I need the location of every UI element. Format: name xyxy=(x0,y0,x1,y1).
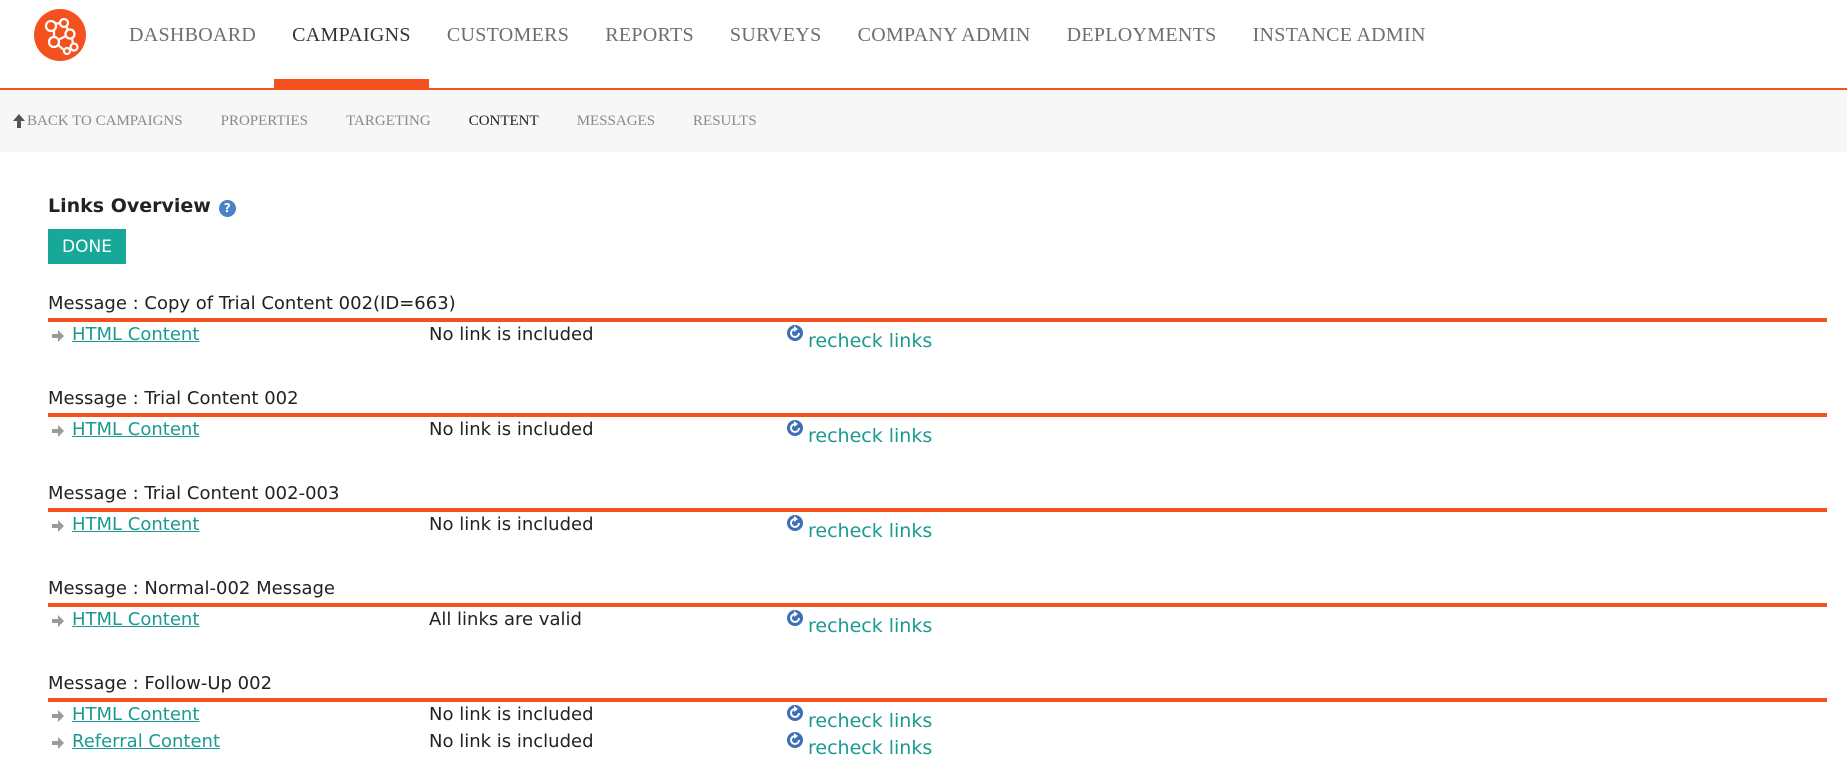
nav-item-campaigns[interactable]: CAMPAIGNS xyxy=(274,0,429,88)
back-to-campaigns-label: BACK TO CAMPAIGNS xyxy=(27,112,183,129)
link-status: No link is included xyxy=(429,419,594,440)
recheck-links-label: recheck links xyxy=(808,737,933,759)
refresh-icon xyxy=(787,325,803,341)
nav-item-dashboard[interactable]: DASHBOARD xyxy=(111,0,274,88)
arrow-up-icon xyxy=(13,114,25,128)
content-link[interactable]: HTML Content xyxy=(72,704,199,725)
message-title: Message : Follow-Up 002 xyxy=(48,672,1827,702)
main-nav: DASHBOARD CAMPAIGNS CUSTOMERS REPORTS SURVEY… xyxy=(111,0,1444,88)
done-button[interactable]: DONE xyxy=(48,229,126,264)
title-row: Links Overview ? xyxy=(48,194,1827,218)
nav-item-surveys[interactable]: SURVEYS xyxy=(712,0,840,88)
tab-messages[interactable]: MESSAGES xyxy=(577,113,655,130)
recheck-links-button[interactable]: recheck links xyxy=(786,731,932,759)
message-block: Message : Follow-Up 002 HTML Content No li… xyxy=(48,672,1827,759)
tab-results[interactable]: RESULTS xyxy=(693,113,757,130)
link-status: All links are valid xyxy=(429,609,582,630)
link-row: HTML Content All links are valid recheck l… xyxy=(48,607,1827,637)
messages-list: Message : Copy of Trial Content 002(ID=6… xyxy=(48,292,1827,759)
message-block: Message : Copy of Trial Content 002(ID=6… xyxy=(48,292,1827,352)
page-title: Links Overview xyxy=(48,195,211,217)
link-row: HTML Content No link is included recheck l… xyxy=(48,702,1827,732)
message-block: Message : Normal-002 Message HTML Content… xyxy=(48,577,1827,637)
arrow-right-icon xyxy=(52,520,64,532)
nav-item-deployments[interactable]: DEPLOYMENTS xyxy=(1049,0,1235,88)
top-navigation: DASHBOARD CAMPAIGNS CUSTOMERS REPORTS SURVEY… xyxy=(0,0,1847,90)
link-row: HTML Content No link is included recheck l… xyxy=(48,417,1827,447)
main-content: Links Overview ? DONE Message : Copy of … xyxy=(0,152,1847,759)
message-title: Message : Trial Content 002 xyxy=(48,387,1827,417)
recheck-links-label: recheck links xyxy=(808,330,933,352)
link-status: No link is included xyxy=(429,731,594,752)
recheck-links-button[interactable]: recheck links xyxy=(786,324,932,352)
link-row: HTML Content No link is included recheck l… xyxy=(48,512,1827,542)
content-link[interactable]: HTML Content xyxy=(72,514,199,535)
recheck-links-label: recheck links xyxy=(808,615,933,637)
recheck-links-label: recheck links xyxy=(808,520,933,542)
app-logo-icon[interactable] xyxy=(34,9,86,61)
back-to-campaigns-link[interactable]: BACK TO CAMPAIGNS xyxy=(12,113,183,130)
content-link[interactable]: HTML Content xyxy=(72,609,199,630)
link-status: No link is included xyxy=(429,514,594,535)
recheck-links-button[interactable]: recheck links xyxy=(786,609,932,637)
help-icon[interactable]: ? xyxy=(218,199,236,217)
message-block: Message : Trial Content 002 HTML Content N… xyxy=(48,387,1827,447)
recheck-links-button[interactable]: recheck links xyxy=(786,419,932,447)
sub-navigation: BACK TO CAMPAIGNS PROPERTIES TARGETING CON… xyxy=(0,90,1847,152)
content-link[interactable]: HTML Content xyxy=(72,324,199,345)
content-link[interactable]: Referral Content xyxy=(72,731,220,752)
refresh-icon xyxy=(787,732,803,748)
nav-item-customers[interactable]: CUSTOMERS xyxy=(429,0,587,88)
arrow-right-icon xyxy=(52,737,64,749)
recheck-links-button[interactable]: recheck links xyxy=(786,704,932,732)
link-row: Referral Content No link is included reche… xyxy=(48,729,1827,759)
recheck-links-label: recheck links xyxy=(808,425,933,447)
nav-item-reports[interactable]: REPORTS xyxy=(587,0,712,88)
message-block: Message : Trial Content 002-003 HTML Cont… xyxy=(48,482,1827,542)
tab-properties[interactable]: PROPERTIES xyxy=(221,113,308,130)
subnav-tabs: PROPERTIES TARGETING CONTENT MESSAGES RESULT… xyxy=(221,113,795,130)
link-status: No link is included xyxy=(429,704,594,725)
message-title: Message : Normal-002 Message xyxy=(48,577,1827,607)
recheck-links-button[interactable]: recheck links xyxy=(786,514,932,542)
nav-item-instance-admin[interactable]: INSTANCE ADMIN xyxy=(1235,0,1444,88)
tab-targeting[interactable]: TARGETING xyxy=(346,113,431,130)
arrow-right-icon xyxy=(52,425,64,437)
message-title: Message : Copy of Trial Content 002(ID=6… xyxy=(48,292,1827,322)
arrow-right-icon xyxy=(52,710,64,722)
nav-item-company-admin[interactable]: COMPANY ADMIN xyxy=(840,0,1049,88)
link-status: No link is included xyxy=(429,324,594,345)
refresh-icon xyxy=(787,610,803,626)
refresh-icon xyxy=(787,705,803,721)
arrow-right-icon xyxy=(52,330,64,342)
content-link[interactable]: HTML Content xyxy=(72,419,199,440)
tab-content[interactable]: CONTENT xyxy=(469,113,539,130)
refresh-icon xyxy=(787,515,803,531)
arrow-right-icon xyxy=(52,615,64,627)
message-title: Message : Trial Content 002-003 xyxy=(48,482,1827,512)
refresh-icon xyxy=(787,420,803,436)
link-row: HTML Content No link is included recheck l… xyxy=(48,322,1827,352)
